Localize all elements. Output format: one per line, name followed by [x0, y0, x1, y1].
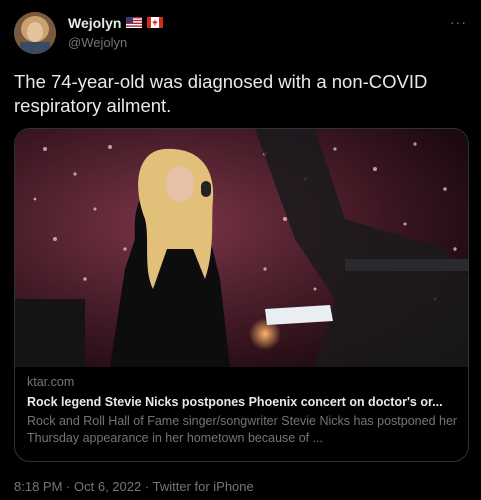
tweet-time[interactable]: 8:18 PM [14, 479, 62, 494]
display-name[interactable]: Wejolyn [68, 15, 121, 31]
tweet-source[interactable]: Twitter for iPhone [153, 479, 254, 494]
tweet-date[interactable]: Oct 6, 2022 [74, 479, 141, 494]
us-flag-icon [126, 15, 143, 31]
user-handle[interactable]: @Wejolyn [68, 35, 163, 50]
more-options-icon[interactable]: ··· [450, 14, 467, 30]
card-title[interactable]: Rock legend Stevie Nicks postpones Phoen… [27, 395, 459, 409]
tweet-text: The 74-year-old was diagnosed with a non… [14, 71, 428, 116]
card-description: Rock and Roll Hall of Fame singer/songwr… [27, 414, 458, 445]
avatar[interactable] [14, 12, 56, 54]
separator: · [66, 479, 71, 494]
tweet: Wejolyn @Wejolyn ··· The 74-year-old was… [0, 0, 481, 500]
card-domain: ktar.com [27, 375, 75, 389]
canada-flag-icon [147, 15, 164, 31]
user-names: Wejolyn @Wejolyn [68, 15, 164, 50]
card-image [15, 129, 468, 367]
tweet-timestamp: 8:18 PM · Oct 6, 2022 · Twitter for iPho… [14, 479, 254, 494]
link-card[interactable]: ktar.com Rock legend Stevie Nicks postpo… [14, 128, 469, 462]
tweet-header: Wejolyn @Wejolyn ··· [14, 12, 469, 56]
separator: · [144, 479, 150, 494]
card-meta: ktar.com Rock legend Stevie Nicks postpo… [27, 375, 459, 447]
